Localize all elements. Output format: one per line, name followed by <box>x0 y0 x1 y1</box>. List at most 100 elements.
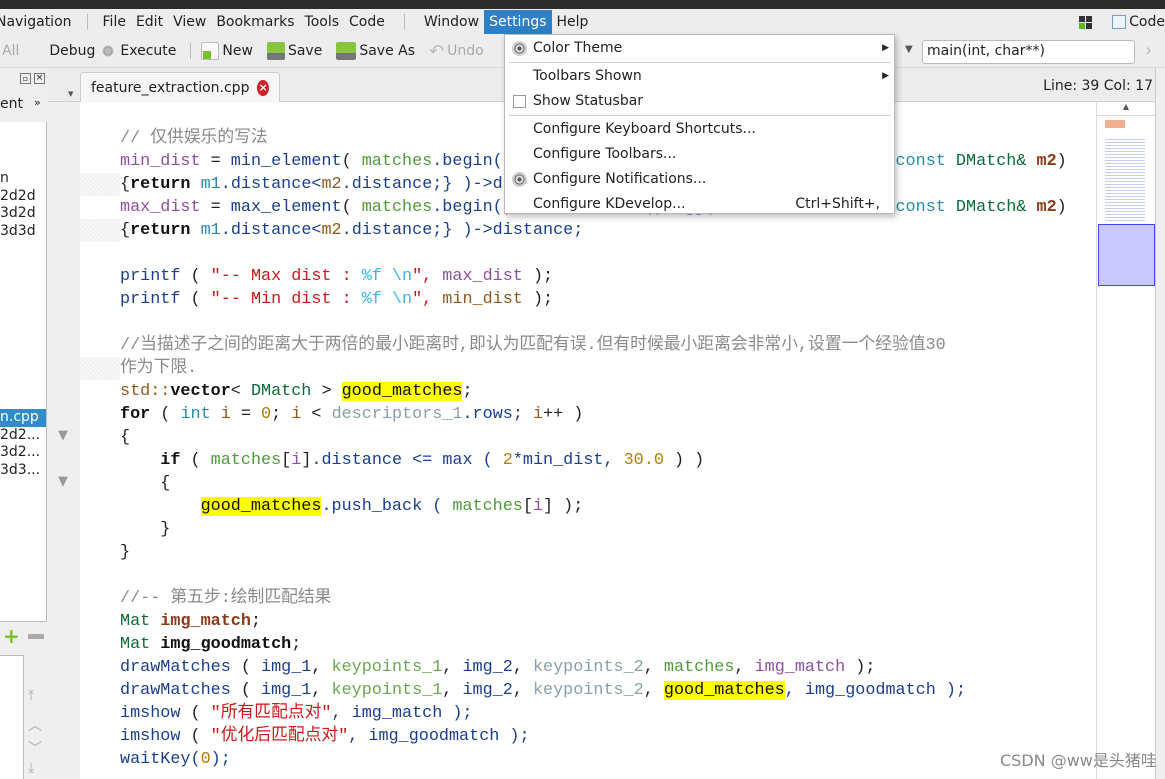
save-button[interactable]: Save <box>266 42 322 60</box>
save-as-button[interactable]: Save As <box>336 42 415 60</box>
menu-help[interactable]: Help <box>552 10 594 34</box>
code-line[interactable]: { <box>120 472 170 495</box>
menu-navigation[interactable]: Navigation <box>0 10 77 34</box>
checkbox-icon[interactable] <box>513 95 526 108</box>
move-down-icon[interactable]: ﹀ <box>28 738 42 758</box>
tree-item[interactable]: 2d2d <box>0 188 46 206</box>
menu-item-configure-toolbars[interactable]: Configure Toolbars... <box>505 142 894 167</box>
code-token: ; <box>271 405 292 424</box>
menu-bookmarks[interactable]: Bookmarks <box>211 10 299 34</box>
code-line[interactable]: printf ( "-- Min dist : %f \n", min_dist… <box>120 288 553 311</box>
code-line[interactable]: waitKey(0); <box>120 748 231 771</box>
menu-tools[interactable]: Tools <box>300 10 345 34</box>
code-token: i <box>532 497 544 516</box>
code-line[interactable]: Mat img_goodmatch; <box>120 633 301 656</box>
code-token: , <box>311 658 332 677</box>
menu-item-configure-shortcuts[interactable]: Configure Keyboard Shortcuts... <box>505 117 894 142</box>
notifications-icon <box>512 172 527 187</box>
grid-layout-icon[interactable] <box>1079 15 1093 29</box>
tree-item[interactable]: 3d2... <box>0 444 46 462</box>
code-area-icon[interactable] <box>1112 15 1127 29</box>
tab-feature-extraction[interactable]: feature_extraction.cpp × <box>80 72 280 103</box>
code-token: %f \n <box>361 290 413 309</box>
menu-view[interactable]: View <box>168 10 211 34</box>
menu-window[interactable]: Window <box>419 10 484 34</box>
code-token: ( <box>180 451 211 470</box>
code-line[interactable]: if ( matches[i].distance <= max ( 2*min_… <box>120 449 704 472</box>
fold-arrow-icon[interactable]: ▼ <box>58 474 68 489</box>
chevron-right-icon[interactable]: › <box>1145 40 1152 61</box>
code-line[interactable]: drawMatches ( img_1, keypoints_1, img_2,… <box>120 656 875 679</box>
tree-item[interactable]: 3d3d <box>0 223 46 241</box>
code-line[interactable]: //-- 第五步:绘制匹配结果 <box>120 587 331 610</box>
code-token: ", <box>412 290 443 309</box>
code-token: good_matches <box>341 382 463 401</box>
add-icon[interactable]: + <box>3 626 20 646</box>
title-bar <box>0 0 1165 9</box>
code-token: const <box>895 152 956 171</box>
code-line[interactable]: std::vector< DMatch > good_matches; <box>120 380 473 403</box>
tree-item-selected[interactable]: n.cpp <box>0 409 46 427</box>
panel-tab-label[interactable]: ent <box>0 96 23 112</box>
menu-code[interactable]: Code <box>344 10 390 34</box>
menu-item-color-theme[interactable]: Color Theme ▶ <box>505 36 894 61</box>
code-line[interactable]: // 仅供娱乐的写法 <box>120 127 268 150</box>
tree-item[interactable]: 3d2d <box>0 205 46 223</box>
minimap[interactable]: ▲ <box>1096 102 1155 779</box>
code-token: matches <box>361 198 433 217</box>
tree-item[interactable]: n <box>0 170 46 188</box>
float-icon[interactable]: ▫ <box>20 73 31 84</box>
code-line[interactable]: imshow ( "优化后匹配点对", img_goodmatch ); <box>120 725 530 748</box>
execute-button[interactable]: Execute <box>99 42 176 60</box>
menu-item-configure-notifications[interactable]: Configure Notifications... <box>505 167 894 192</box>
code-line[interactable]: imshow ( "所有匹配点对", img_match ); <box>120 702 473 725</box>
move-bottom-icon[interactable]: ⤓ <box>28 760 34 776</box>
undo-button[interactable]: ↶ Undo <box>429 41 484 62</box>
code-token: DMatch& <box>955 152 1037 171</box>
fold-arrow-icon[interactable]: ▼ <box>58 428 68 443</box>
code-line[interactable]: } <box>120 541 130 564</box>
code-line[interactable]: drawMatches ( img_1, keypoints_1, img_2,… <box>120 679 966 702</box>
area-code-button[interactable]: Code <box>1129 10 1165 34</box>
menu-file[interactable]: File <box>98 10 131 34</box>
code-line[interactable]: 作为下限. <box>120 357 197 380</box>
code-line[interactable]: {return m1.distance<m2.distance;} )->dis… <box>120 219 583 242</box>
all-label: All <box>2 43 20 59</box>
close-panel-icon[interactable]: × <box>34 73 45 84</box>
menu-settings[interactable]: Settings <box>484 10 552 34</box>
code-token: = <box>200 198 231 217</box>
code-line[interactable]: } <box>120 518 170 541</box>
wrap-indicator <box>80 173 120 196</box>
menu-item-show-statusbar[interactable]: Show Statusbar <box>505 89 894 114</box>
remove-icon[interactable] <box>28 634 44 639</box>
code-token: = <box>200 152 231 171</box>
code-line[interactable]: for ( int i = 0; i < descriptors_1.rows;… <box>120 403 583 426</box>
code-line[interactable]: //当描述子之间的距离大于两倍的最小距离时,即认为匹配有误.但有时候最小距离会非… <box>120 334 946 357</box>
code-line[interactable]: { <box>120 426 130 449</box>
minimap-viewport[interactable] <box>1098 224 1155 286</box>
code-token: = <box>230 405 262 424</box>
function-selector-input[interactable]: main(int, char**) <box>922 40 1135 64</box>
tree-item[interactable]: 3d3... <box>0 462 46 480</box>
code-line[interactable]: good_matches.push_back ( matches[i] ); <box>120 495 583 518</box>
tree-item[interactable]: 2d2... <box>0 427 46 445</box>
new-button[interactable]: New <box>201 42 253 60</box>
menu-item-configure-kdevelop[interactable]: Configure KDevelop... Ctrl+Shift+, <box>505 192 894 217</box>
debug-button[interactable]: Debug <box>49 43 95 59</box>
all-button[interactable]: All <box>2 43 19 59</box>
undo-label: Undo <box>447 43 484 59</box>
scroll-up-icon[interactable]: ▲ <box>1097 102 1155 116</box>
code-line[interactable]: printf ( "-- Max dist : %f \n", max_dist… <box>120 265 553 288</box>
code-token: .rows; <box>462 405 533 424</box>
move-up-icon[interactable]: ︿ <box>28 715 42 735</box>
menu-edit[interactable]: Edit <box>131 10 168 34</box>
close-tab-icon[interactable]: × <box>257 80 269 96</box>
tab-list-icon[interactable]: ▼ <box>68 90 73 98</box>
dropdown-arrow-icon[interactable]: ▼ <box>905 44 913 55</box>
menu-item-toolbars-shown[interactable]: Toolbars Shown ▶ <box>505 64 894 89</box>
code-line[interactable]: Mat img_match; <box>120 610 261 633</box>
code-token: DMatch& <box>955 198 1037 217</box>
more-tabs-icon[interactable]: » <box>34 96 41 109</box>
code-token: vector <box>170 382 231 401</box>
move-top-icon[interactable]: ⤒ <box>28 688 34 704</box>
